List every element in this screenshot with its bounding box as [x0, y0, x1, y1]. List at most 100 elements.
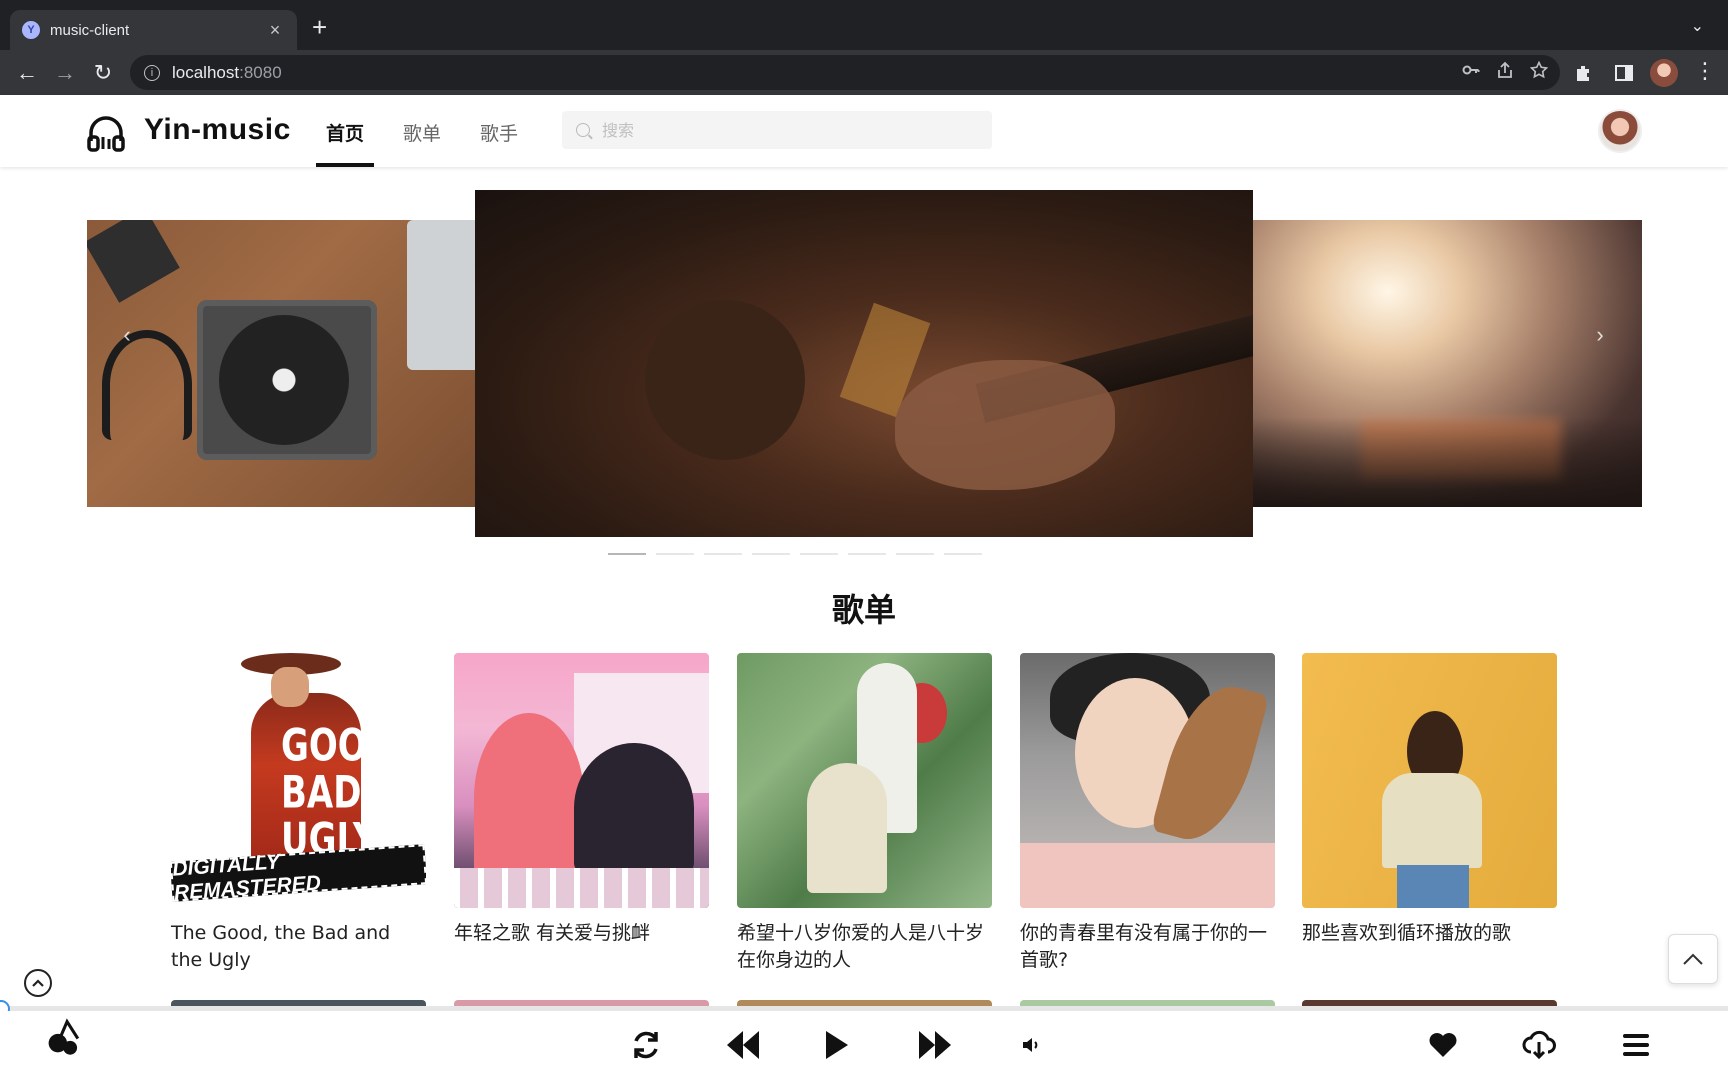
url-port: :8080 — [239, 62, 282, 82]
playlist-title[interactable]: 年轻之歌 有关爱与挑衅 — [454, 920, 709, 947]
next-triangle — [935, 1031, 951, 1059]
banner-carousel: ‹ › — [0, 190, 1728, 570]
logo-text[interactable]: Yin-music — [144, 113, 291, 147]
cloud-download-icon[interactable] — [1522, 1025, 1556, 1065]
reload-button[interactable]: ↻ — [88, 58, 118, 88]
face-shape — [271, 667, 309, 707]
playlist-cover[interactable]: GOOD BAD UGLY DIGITALLY REMASTERED — [171, 653, 426, 908]
nav-home[interactable]: 首页 — [326, 119, 364, 146]
browser-tabbar: Y music-client × + ⌄ — [0, 0, 1728, 50]
record-shape — [219, 315, 349, 445]
more-vert-icon[interactable]: ⋮ — [1694, 58, 1716, 84]
shirt-shape — [1020, 843, 1275, 908]
carousel-indicator[interactable] — [848, 553, 886, 555]
back-button[interactable]: ← — [12, 58, 42, 88]
play-icon[interactable] — [822, 1025, 852, 1065]
url-host: localhost — [172, 62, 240, 82]
carousel-indicator[interactable] — [800, 553, 838, 555]
user-avatar[interactable] — [1598, 109, 1642, 153]
playlist-card[interactable]: 你的青春里有没有属于你的一首歌? — [1020, 653, 1275, 974]
nav-active-underline — [316, 163, 374, 167]
forward-button[interactable]: → — [50, 58, 80, 88]
chevron-up-icon — [32, 979, 44, 987]
headphones-shape — [102, 330, 192, 440]
carousel-slide-guitar[interactable] — [475, 190, 1253, 537]
carousel-slide-turntable[interactable] — [87, 220, 477, 507]
playlist-title[interactable]: 希望十八岁你爱的人是八十岁在你身边的人 — [737, 920, 992, 974]
key-icon[interactable] — [1462, 61, 1480, 79]
hand-shape — [895, 360, 1115, 490]
kid-shape — [807, 763, 887, 893]
playlist-card[interactable]: GOOD BAD UGLY DIGITALLY REMASTERED The G… — [171, 653, 426, 974]
close-icon[interactable]: × — [265, 20, 285, 41]
crowd-shape — [1251, 417, 1642, 507]
playlist-cover[interactable] — [454, 653, 709, 908]
info-icon[interactable]: i — [144, 64, 160, 81]
carousel-indicators — [608, 553, 982, 555]
carousel-indicator[interactable] — [896, 553, 934, 555]
new-tab-button[interactable]: + — [312, 14, 327, 40]
chevron-up-icon — [1683, 953, 1703, 965]
cover-band-text: DIGITALLY REMASTERED — [171, 844, 426, 905]
search-box[interactable] — [562, 111, 992, 149]
search-icon — [576, 123, 590, 137]
profile-avatar[interactable] — [1650, 59, 1678, 87]
speaker-shape — [87, 220, 180, 303]
volume-icon[interactable] — [1020, 1025, 1042, 1065]
playlist-card[interactable]: 那些喜欢到循环播放的歌 — [1302, 653, 1557, 947]
railing-shape — [454, 868, 709, 908]
back-to-top-button[interactable] — [1668, 934, 1718, 984]
section-title-playlists: 歌单 — [831, 591, 896, 629]
playlist-cover[interactable] — [1020, 653, 1275, 908]
playlist-cover[interactable] — [737, 653, 992, 908]
prev-triangle — [727, 1031, 743, 1059]
favicon-icon: Y — [22, 21, 40, 39]
laptop-shape — [407, 220, 477, 370]
playlist-title[interactable]: 那些喜欢到循环播放的歌 — [1302, 920, 1557, 947]
playlist-title[interactable]: 你的青春里有没有属于你的一首歌? — [1020, 920, 1275, 974]
search-input[interactable] — [602, 120, 982, 140]
prev-triangle — [743, 1031, 759, 1059]
tab-title: music-client — [50, 21, 130, 39]
top-shape — [1382, 773, 1482, 868]
carousel-indicator[interactable] — [704, 553, 742, 555]
nav-playlists[interactable]: 歌单 — [403, 119, 441, 146]
playlist-cover[interactable] — [1302, 653, 1557, 908]
share-icon[interactable] — [1496, 61, 1514, 79]
guy-shape — [574, 743, 694, 873]
carousel-indicator[interactable] — [944, 553, 982, 555]
play-triangle — [826, 1031, 848, 1059]
browser-tab[interactable]: Y music-client × — [10, 10, 297, 50]
playlist-card[interactable]: 希望十八岁你爱的人是八十岁在你身边的人 — [737, 653, 992, 974]
star-icon[interactable] — [1530, 61, 1548, 79]
address-bar[interactable]: i localhost :8080 — [130, 55, 1560, 90]
toggle-player-button[interactable] — [24, 969, 52, 997]
menu-bars — [1623, 1034, 1649, 1056]
extensions-icon[interactable] — [1574, 63, 1594, 83]
playlist-title[interactable]: The Good, the Bad and the Ugly — [171, 920, 426, 974]
carousel-next-icon[interactable]: › — [1588, 322, 1612, 347]
player-bar — [0, 1011, 1728, 1080]
next-triangle — [919, 1031, 935, 1059]
girl-shape — [474, 713, 584, 883]
next-icon[interactable] — [914, 1025, 956, 1065]
nav-singers[interactable]: 歌手 — [480, 119, 518, 146]
browser-toolbar: ← → ↻ i localhost :8080 ⋮ — [0, 50, 1728, 95]
jeans-shape — [1397, 865, 1469, 908]
carousel-indicator[interactable] — [656, 553, 694, 555]
playlist-menu-icon[interactable] — [1620, 1025, 1652, 1065]
music-note-icon[interactable] — [38, 1017, 90, 1057]
carousel-indicator[interactable] — [752, 553, 790, 555]
previous-icon[interactable] — [722, 1025, 764, 1065]
chevron-down-icon[interactable]: ⌄ — [1691, 16, 1704, 36]
carousel-prev-icon[interactable]: ‹ — [115, 322, 139, 347]
playlist-card[interactable]: 年轻之歌 有关爱与挑衅 — [454, 653, 709, 947]
carousel-slide-concert[interactable] — [1251, 220, 1642, 507]
carousel-indicator[interactable] — [608, 553, 646, 555]
side-panel-icon[interactable] — [1614, 63, 1634, 83]
headphones-icon — [87, 116, 125, 152]
blur-shape — [645, 300, 805, 460]
heart-icon[interactable] — [1428, 1025, 1458, 1065]
app-header: Yin-music 首页 歌单 歌手 — [0, 95, 1728, 167]
loop-icon[interactable] — [628, 1025, 664, 1065]
